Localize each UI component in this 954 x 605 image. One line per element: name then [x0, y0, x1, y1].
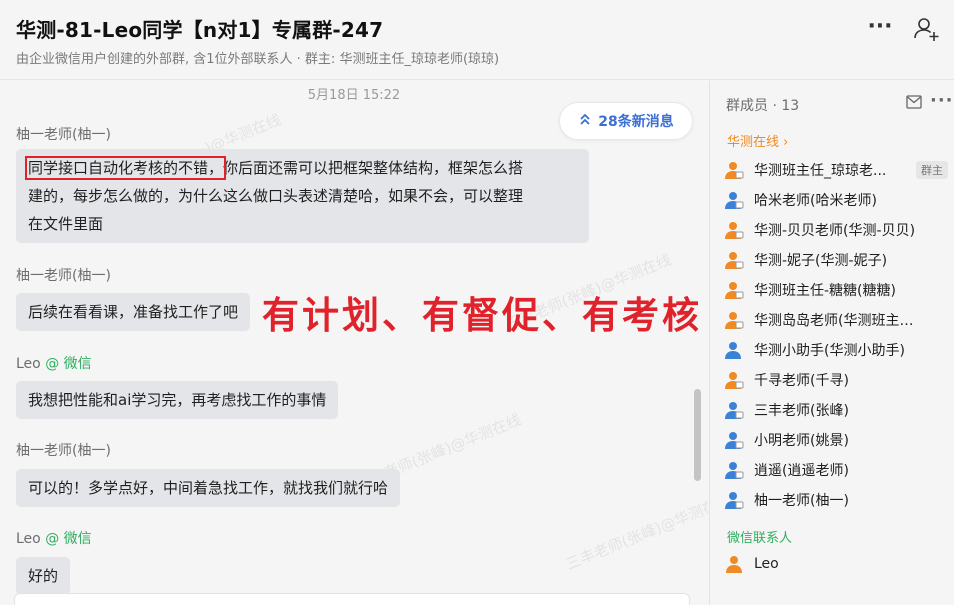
chevron-right-icon: ›	[783, 135, 789, 150]
member-item[interactable]: 华测-贝贝老师(华测-贝贝)	[724, 217, 952, 243]
section-wechat-contacts: 微信联系人	[727, 531, 793, 546]
message-sender: 柚一老师(柚一)	[16, 268, 111, 284]
user-icon	[725, 222, 744, 239]
new-messages-label: 28条新消息	[598, 114, 674, 130]
members-sidebar: 群成员 · 13 ··· 华测在线 › 华测班主任_琼琼老... 群主哈米老师(哈…	[709, 81, 954, 605]
member-item[interactable]: 华测岛岛老师(华测班主任...	[724, 307, 952, 333]
member-name: 三丰老师(张峰)	[754, 403, 849, 419]
user-icon	[726, 556, 742, 573]
user-icon	[725, 252, 744, 269]
group-title: 华测-81-Leo同学【n对1】专属群-247	[16, 18, 384, 42]
member-item[interactable]: 小明老师(姚景)	[724, 427, 952, 453]
message-text: 好的	[28, 567, 59, 585]
member-item[interactable]: 哈米老师(哈米老师)	[724, 187, 952, 213]
user-icon	[725, 492, 744, 509]
highlighted-text: 同学接口自动化考核的不错，	[24, 156, 227, 180]
user-icon	[725, 282, 744, 299]
user-icon	[725, 372, 744, 389]
member-item[interactable]: 三丰老师(张峰)	[724, 397, 952, 423]
member-item[interactable]: Leo	[724, 551, 952, 577]
user-icon	[725, 402, 744, 419]
section-label: 华测在线	[727, 135, 780, 150]
message-bubble[interactable]: 我想把性能和ai学习完，再考虑找工作的事情	[16, 381, 339, 419]
member-name: 华测班主任_琼琼老...	[754, 163, 887, 179]
member-item[interactable]: 华测-妮子(华测-妮子)	[724, 247, 952, 273]
message-timestamp: 5月18日 15:22	[307, 88, 401, 103]
members-count: 群成员 · 13	[726, 98, 800, 114]
member-name: 哈米老师(哈米老师)	[754, 193, 877, 209]
member-name: 华测-妮子(华测-妮子)	[754, 253, 888, 269]
user-icon	[725, 192, 744, 209]
message-bubble[interactable]: 同学接口自动化考核的不错，你后面还需可以把框架整体结构，框架怎么搭 建的，每步怎…	[16, 149, 589, 243]
member-name: Leo	[754, 556, 779, 572]
member-name: 千寻老师(千寻)	[754, 373, 849, 389]
owner-badge: 群主	[916, 161, 948, 179]
member-name: 华测班主任-糖糖(糖糖)	[754, 283, 896, 299]
user-icon	[725, 342, 741, 359]
section-huace-online[interactable]: 华测在线 ›	[727, 131, 788, 150]
user-icon	[725, 312, 744, 329]
message-sender: Leo @ 微信	[16, 528, 92, 548]
message-sender: 柚一老师(柚一)	[16, 127, 111, 143]
message-input-box[interactable]	[14, 593, 690, 605]
sender-name: Leo	[16, 356, 41, 372]
message-bubble[interactable]: 后续在看看课，准备找工作了吧	[16, 293, 251, 331]
more-icon[interactable]: ···	[866, 16, 894, 42]
message-text: 后续在看看课，准备找工作了吧	[28, 303, 239, 321]
member-name: 柚一老师(柚一)	[754, 493, 849, 509]
group-subtitle: 由企业微信用户创建的外部群, 含1位外部联系人 · 群主: 华测班主任_琼琼老师…	[16, 52, 500, 67]
message-bubble[interactable]: 可以的！多学点好，中间着急找工作，就找我们就行哈	[16, 469, 401, 507]
member-name: 小明老师(姚景)	[754, 433, 849, 449]
message-line: 建的，每步怎么做的，为什么这么做口头表述清楚哈，如果不会，可以整理	[28, 187, 524, 205]
member-item[interactable]: 华测小助手(华测小助手)	[724, 337, 952, 363]
message-line: 在文件里面	[28, 215, 104, 233]
mail-icon[interactable]	[906, 95, 922, 109]
chat-header: 华测-81-Leo同学【n对1】专属群-247 由企业微信用户创建的外部群, 含…	[0, 0, 954, 80]
member-item[interactable]: 柚一老师(柚一)	[724, 487, 952, 513]
member-name: 逍遥(逍遥老师)	[754, 463, 849, 479]
message-line: 同学接口自动化考核的不错，你后面还需可以把框架整体结构，框架怎么搭	[24, 154, 577, 182]
watermark: 三丰老师(张峰)@华测在线	[563, 490, 708, 574]
message-sender: Leo @ 微信	[16, 353, 92, 373]
member-item[interactable]: 华测班主任-糖糖(糖糖)	[724, 277, 952, 303]
message-text: 我想把性能和ai学习完，再考虑找工作的事情	[28, 391, 327, 409]
chat-scrollbar[interactable]	[694, 389, 701, 481]
member-name: 华测岛岛老师(华测班主任...	[754, 313, 926, 329]
wechat-tag: @ 微信	[45, 531, 92, 547]
member-name: 华测小助手(华测小助手)	[754, 343, 905, 359]
double-chevron-up-icon	[578, 112, 592, 130]
member-name: 华测-贝贝老师(华测-贝贝)	[754, 223, 916, 239]
member-item[interactable]: 逍遥(逍遥老师)	[724, 457, 952, 483]
more-icon[interactable]: ···	[930, 90, 954, 111]
message-text: 你后面还需可以把框架整体结构，框架怎么搭	[223, 159, 524, 177]
member-item[interactable]: 华测班主任_琼琼老... 群主	[724, 157, 952, 183]
message-sender: 柚一老师(柚一)	[16, 443, 111, 459]
sender-name: Leo	[16, 531, 41, 547]
message-text: 可以的！多学点好，中间着急找工作，就找我们就行哈	[28, 479, 389, 497]
member-item[interactable]: 千寻老师(千寻)	[724, 367, 952, 393]
promo-overlay-text: 有计划、有督促、有考核	[262, 294, 702, 337]
message-bubble[interactable]: 好的	[16, 557, 71, 595]
chat-panel[interactable]: 5月18日 15:22 28条新消息 柚一老师(柚一)@华测在线 三丰老师(张峰…	[0, 81, 708, 605]
user-icon	[725, 432, 744, 449]
wechat-tag: @ 微信	[45, 356, 92, 372]
new-messages-button[interactable]: 28条新消息	[559, 102, 693, 140]
user-icon	[725, 462, 744, 479]
user-icon	[725, 162, 744, 179]
add-member-icon[interactable]	[912, 14, 942, 44]
